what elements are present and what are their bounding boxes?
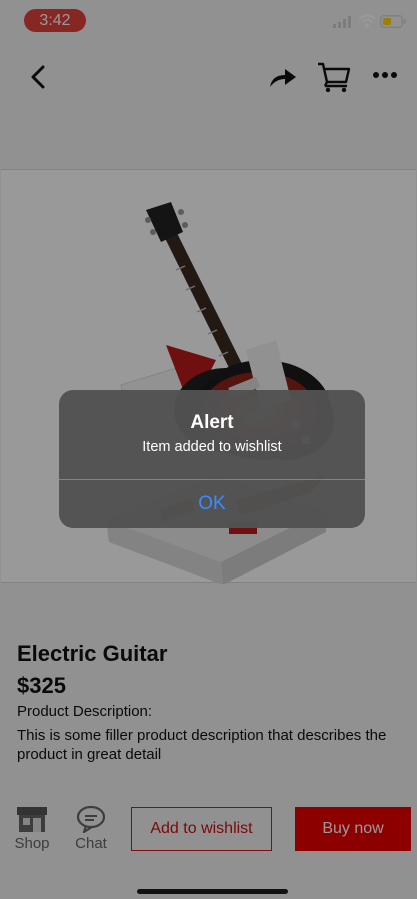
alert-dialog: Alert Item added to wishlist OK [59, 390, 365, 528]
home-indicator[interactable] [137, 889, 288, 894]
alert-title: Alert [190, 412, 234, 433]
alert-ok-button[interactable]: OK [59, 480, 365, 528]
alert-message: Item added to wishlist [142, 439, 282, 455]
